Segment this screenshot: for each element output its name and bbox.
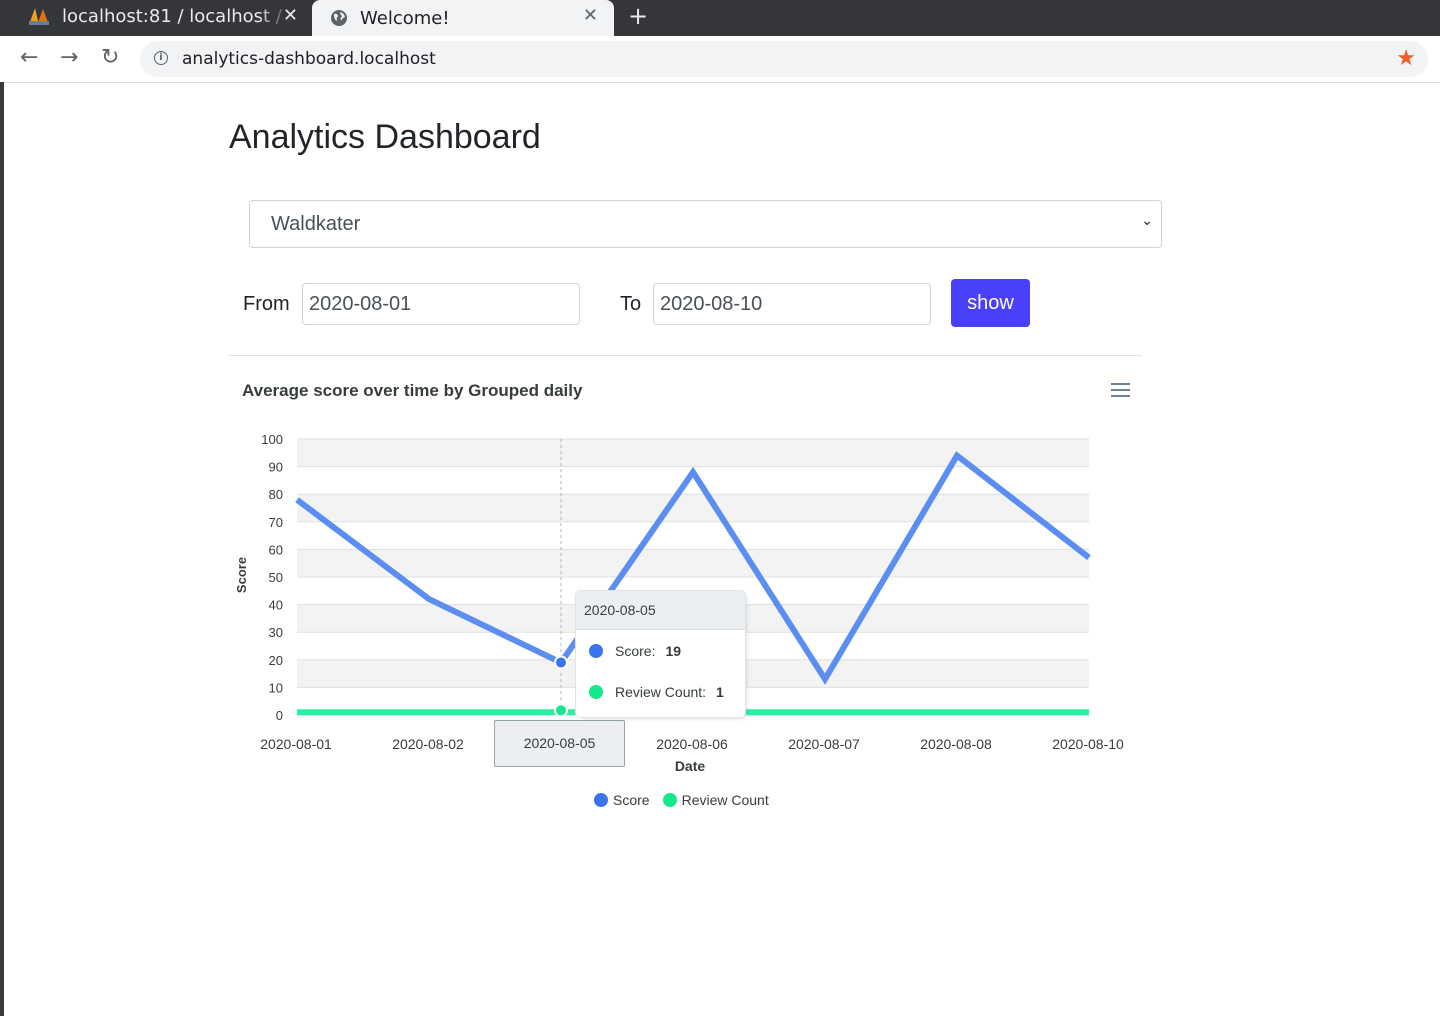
tooltip-row-review-count: Review Count: 1 (589, 684, 724, 700)
y-tick-label: 80 (269, 487, 283, 502)
y-tick-label: 100 (261, 432, 283, 447)
tooltip-label: Score: (615, 643, 656, 659)
legend-review-marker-icon (662, 793, 677, 807)
x-axis-title: Date (675, 758, 706, 774)
review-count-marker-icon (589, 685, 603, 699)
tooltip-value: 19 (665, 643, 682, 659)
grid-band (297, 494, 1089, 522)
legend-score-marker-icon (594, 793, 608, 807)
x-tick-label: 2020-08-01 (260, 736, 332, 752)
x-axis-tooltip: 2020-08-05 (494, 720, 625, 767)
y-tick-label: 30 (269, 625, 283, 640)
grid-band (297, 549, 1089, 577)
y-tick-label: 20 (269, 653, 283, 668)
y-axis-title: Score (234, 557, 249, 593)
line-chart: 0 10 20 30 40 50 60 70 80 90 100 Score Date 2020-08-0… (234, 432, 1124, 774)
x-tick-label: 2020-08-08 (920, 736, 992, 752)
legend-item-score[interactable]: Score (594, 792, 650, 808)
y-tick-label: 50 (269, 570, 283, 585)
tooltip-value: 1 (716, 684, 724, 700)
y-tick-label: 40 (269, 598, 283, 613)
tooltip-header: 2020-08-05 (576, 591, 745, 630)
x-tick-label: 2020-08-07 (788, 736, 860, 752)
x-tick-label: 2020-08-02 (392, 736, 464, 752)
tooltip-label: Review Count: (615, 684, 707, 700)
chart-tooltip: 2020-08-05 Score: 19 Review Count: 1 (575, 590, 746, 718)
legend-label: Review Count (681, 792, 769, 808)
chart-legend: Score Review Count (594, 792, 782, 808)
y-tick-label: 10 (269, 680, 283, 695)
x-tick-label: 2020-08-06 (656, 736, 728, 752)
legend-label: Score (613, 792, 650, 808)
y-tick-label: 60 (269, 542, 283, 557)
y-tick-label: 0 (276, 708, 283, 723)
y-tick-label: 90 (269, 460, 283, 475)
legend-item-review-count[interactable]: Review Count (662, 792, 769, 808)
score-point (554, 655, 568, 670)
score-marker-icon (589, 644, 603, 658)
x-tick-label: 2020-08-10 (1052, 736, 1124, 752)
review-count-point (554, 703, 568, 718)
y-tick-label: 70 (269, 515, 283, 530)
tooltip-row-score: Score: 19 (589, 643, 681, 659)
